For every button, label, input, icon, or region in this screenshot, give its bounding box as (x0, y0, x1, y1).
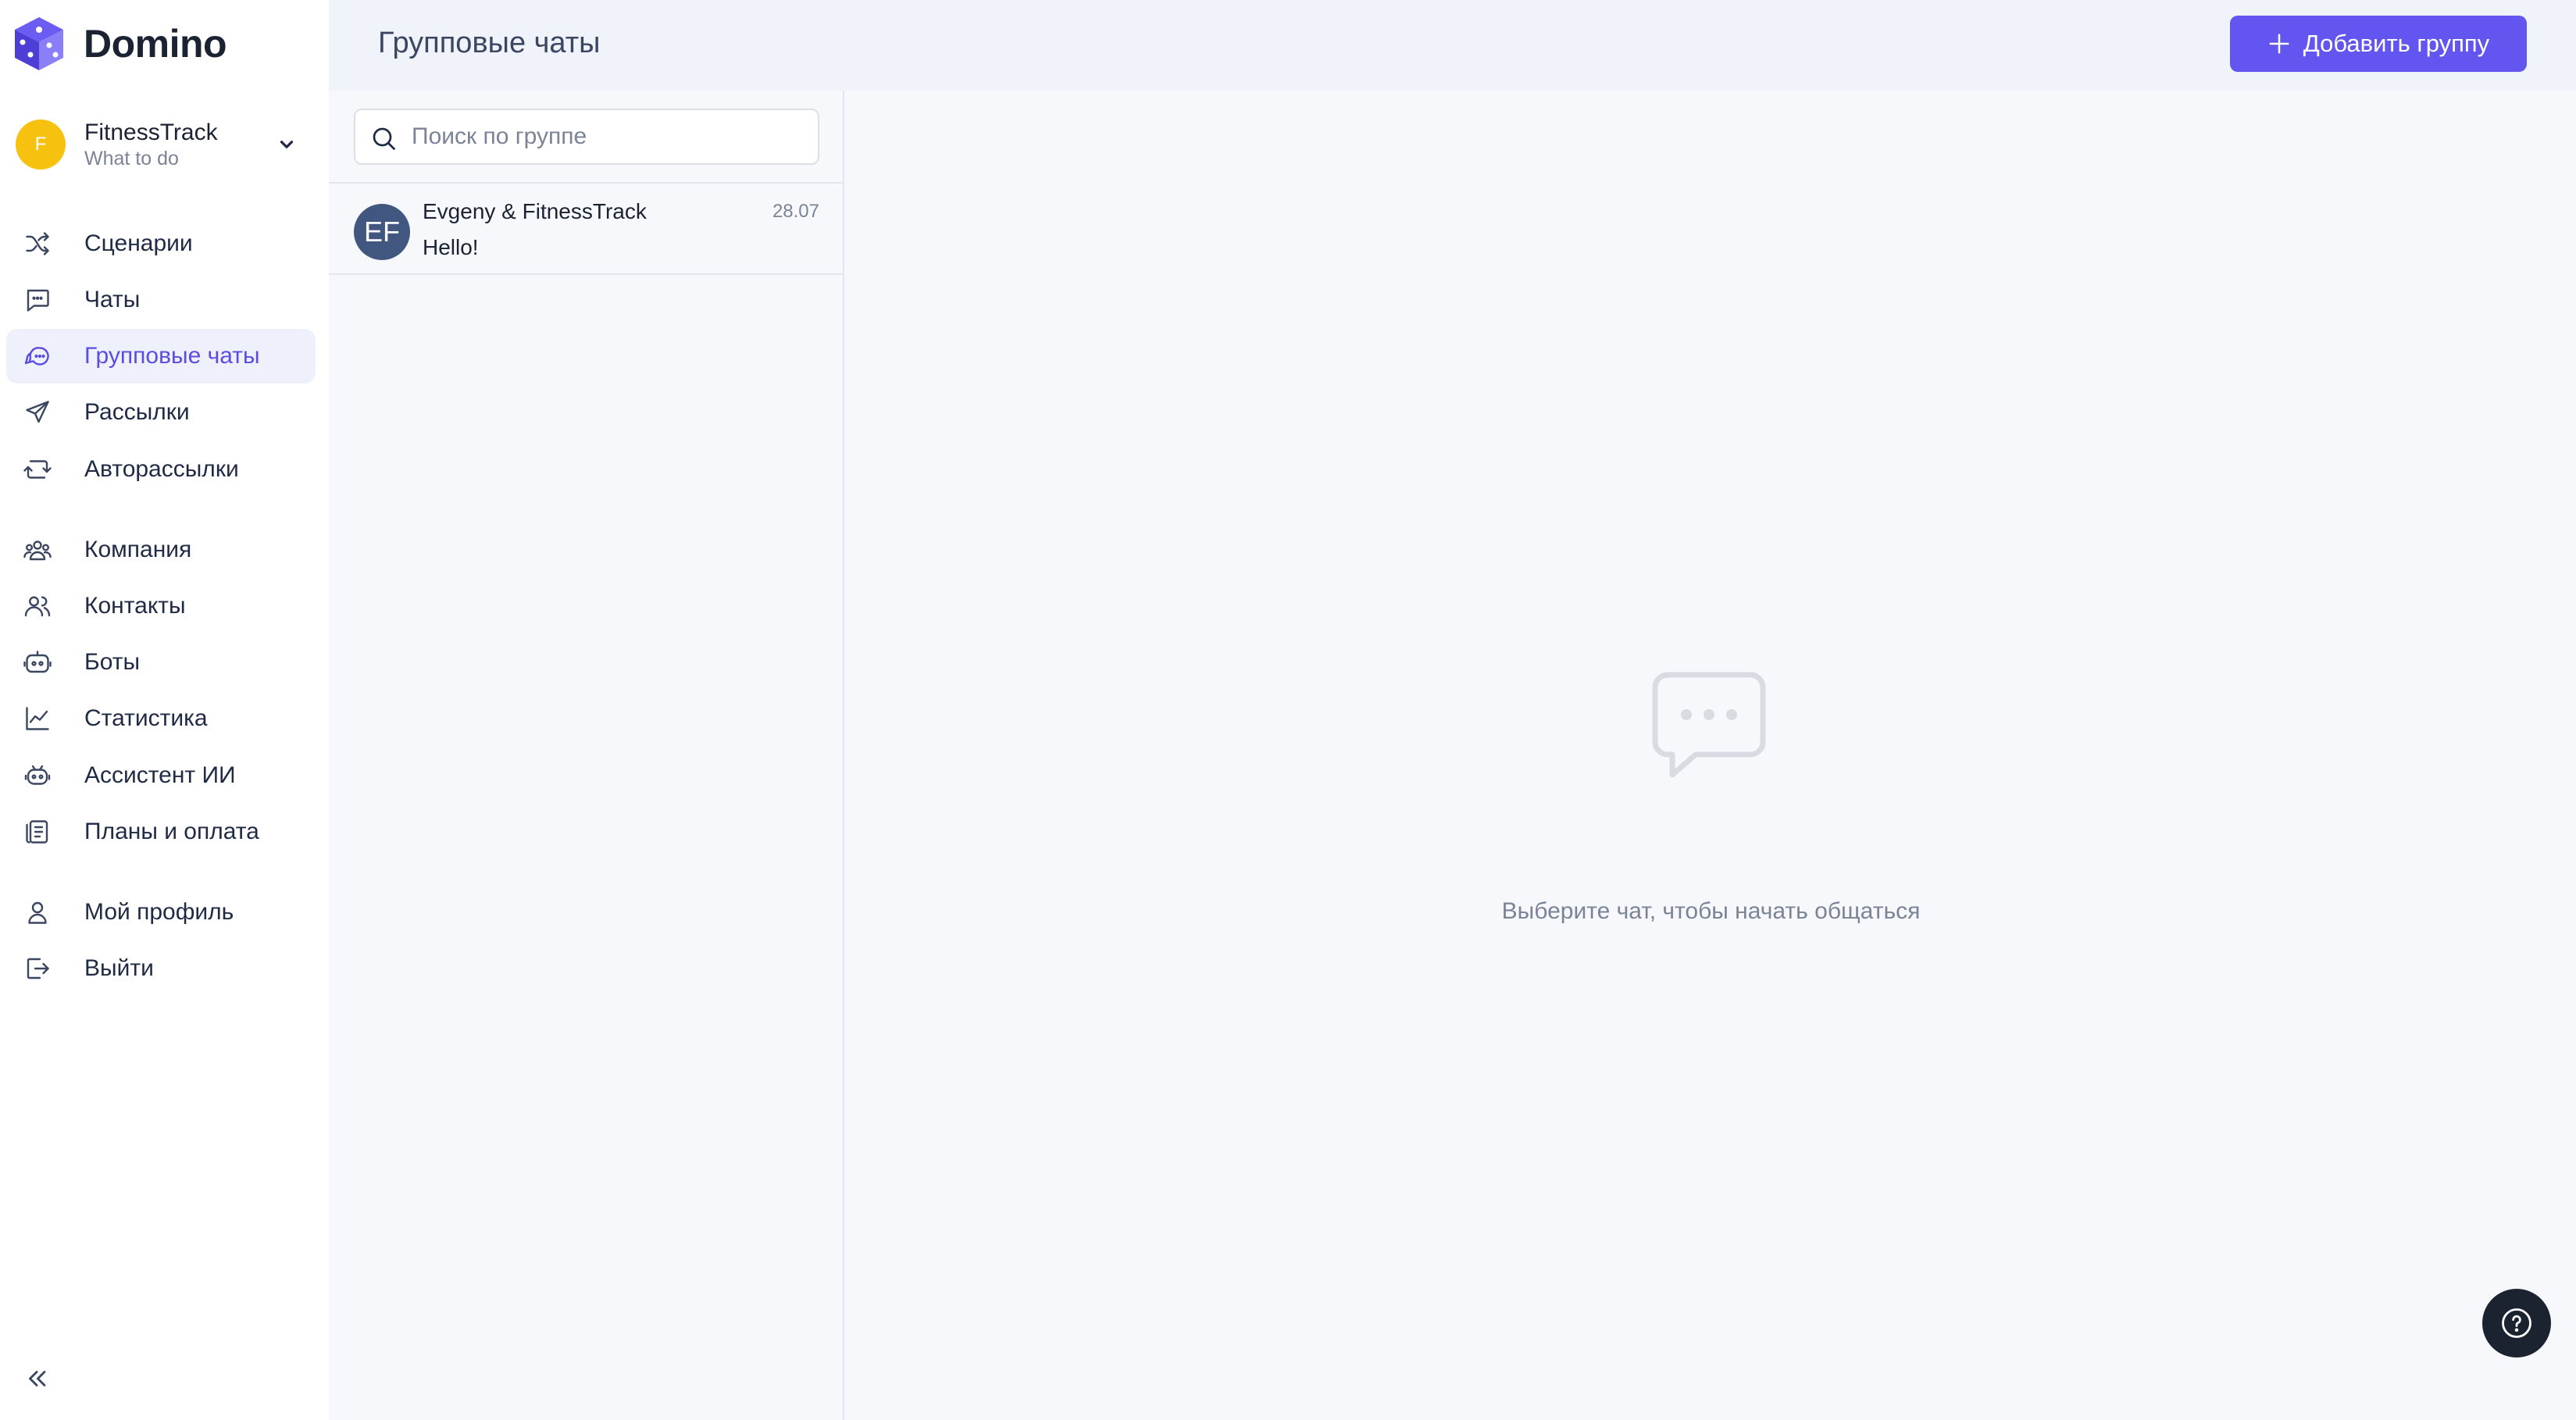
group-chat-list-panel: EF Evgeny & FitnessTrack Hello! 28.07 (329, 91, 844, 1420)
company-icon (23, 536, 52, 564)
sidebar-item-label: Ассистент ИИ (84, 762, 236, 788)
chat-date: 28.07 (772, 201, 819, 222)
sidebar-item-statistics[interactable]: Статистика (6, 691, 316, 746)
sidebar-item-label: Групповые чаты (84, 343, 260, 369)
empty-chat-icon (1652, 672, 1766, 778)
search-input[interactable] (412, 110, 810, 163)
add-group-button[interactable]: Добавить группу (2230, 16, 2527, 72)
chat-view: Выберите чат, чтобы начать общаться (846, 91, 2576, 1420)
domino-logo-icon (15, 17, 63, 70)
sidebar-item-label: Рассылки (84, 399, 190, 425)
sidebar-item-label: Контакты (84, 593, 186, 619)
collapse-sidebar-icon[interactable] (23, 1365, 50, 1392)
profile-icon (23, 898, 52, 926)
chart-icon (23, 705, 52, 733)
ai-assistant-icon (23, 762, 52, 790)
search-box (354, 109, 819, 165)
add-group-button-label: Добавить группу (2303, 30, 2490, 57)
send-icon (23, 398, 52, 426)
sidebar-item-label: Боты (84, 649, 141, 675)
logout-icon (23, 954, 52, 983)
sidebar-item-label: Сценарии (84, 230, 193, 256)
group-chat-icon (23, 342, 52, 370)
org-switcher[interactable]: F FitnessTrack What to do (16, 116, 312, 173)
chevron-down-icon (280, 141, 294, 148)
sidebar-item-chats[interactable]: Чаты (6, 273, 316, 327)
shuffle-icon (23, 230, 52, 258)
billing-icon (23, 818, 52, 846)
sidebar-item-contacts[interactable]: Контакты (6, 579, 316, 633)
empty-state-text: Выберите чат, чтобы начать общаться (1501, 898, 1921, 924)
bot-icon (23, 648, 52, 676)
sidebar-item-logout[interactable]: Выйти (6, 941, 316, 996)
org-name: FitnessTrack (84, 120, 218, 145)
chat-name: Evgeny & FitnessTrack (423, 199, 647, 223)
auto-send-icon (23, 455, 52, 483)
sidebar-item-profile[interactable]: Мой профиль (6, 885, 316, 940)
sidebar-item-company[interactable]: Компания (6, 523, 316, 577)
chat-icon (23, 286, 52, 314)
sidebar: Domino F FitnessTrack What to do Сценари… (0, 0, 329, 1420)
chat-last-message: Hello! (423, 235, 479, 259)
sidebar-item-scenarios[interactable]: Сценарии (6, 216, 316, 271)
sidebar-item-label: Компания (84, 537, 192, 562)
page-header: Групповые чаты Добавить группу (329, 0, 2576, 91)
sidebar-item-label: Мой профиль (84, 899, 234, 925)
help-button[interactable] (2482, 1289, 2551, 1358)
plus-icon (2269, 34, 2289, 54)
page-title: Групповые чаты (378, 27, 601, 59)
question-icon (2502, 1308, 2531, 1338)
sidebar-item-label: Авторассылки (84, 456, 239, 482)
sidebar-item-label: Выйти (84, 955, 154, 981)
app-name: Domino (84, 22, 227, 66)
sidebar-item-billing[interactable]: Планы и оплата (6, 805, 316, 859)
sidebar-item-bots[interactable]: Боты (6, 635, 316, 690)
org-avatar: F (16, 120, 66, 169)
contacts-icon (23, 592, 52, 620)
sidebar-item-label: Планы и оплата (84, 819, 259, 844)
sidebar-item-broadcasts[interactable]: Рассылки (6, 385, 316, 440)
search-icon (373, 127, 395, 150)
chat-list-item[interactable]: EF Evgeny & FitnessTrack Hello! 28.07 (329, 184, 844, 275)
sidebar-item-label: Чаты (84, 287, 141, 312)
sidebar-item-auto-broadcasts[interactable]: Авторассылки (6, 442, 316, 497)
sidebar-item-group-chats[interactable]: Групповые чаты (6, 329, 316, 384)
org-subtitle: What to do (84, 148, 179, 169)
sidebar-item-ai-assistant[interactable]: Ассистент ИИ (6, 748, 316, 803)
logo[interactable]: Domino (13, 16, 227, 72)
chat-avatar: EF (354, 204, 410, 260)
sidebar-item-label: Статистика (84, 705, 208, 731)
